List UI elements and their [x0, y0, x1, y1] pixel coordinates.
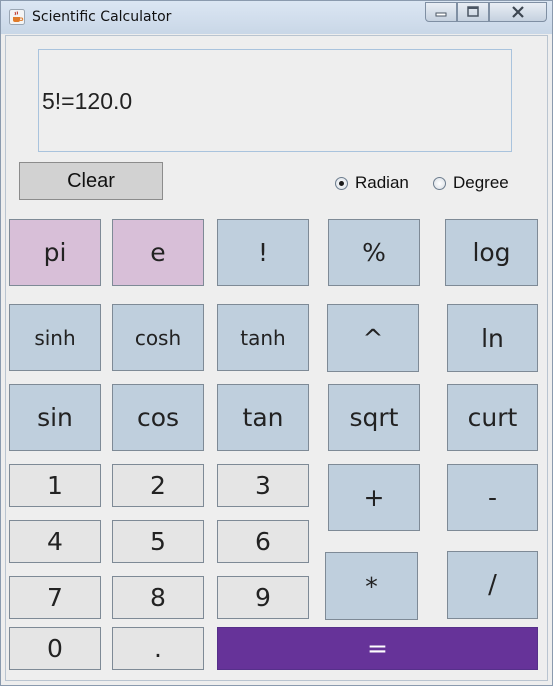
- digit-6-button[interactable]: 6: [217, 520, 309, 563]
- window-title: Scientific Calculator: [32, 9, 172, 25]
- cosh-button[interactable]: cosh: [112, 304, 204, 371]
- radio-selected-icon: [335, 176, 348, 190]
- title-bar[interactable]: Scientific Calculator: [1, 1, 552, 34]
- digit-1-button[interactable]: 1: [9, 464, 101, 507]
- sinh-button[interactable]: sinh: [9, 304, 101, 371]
- digit-9-button[interactable]: 9: [217, 576, 309, 619]
- minimize-icon: [435, 12, 447, 17]
- degree-radio[interactable]: Degree: [433, 173, 509, 193]
- degree-label: Degree: [453, 173, 509, 192]
- percent-button[interactable]: %: [328, 219, 420, 286]
- maximize-icon: [467, 6, 479, 17]
- e-button[interactable]: e: [112, 219, 204, 286]
- minimize-button[interactable]: [425, 2, 457, 22]
- curt-button[interactable]: curt: [447, 384, 538, 451]
- tan-button[interactable]: tan: [217, 384, 309, 451]
- digit-5-button[interactable]: 5: [112, 520, 204, 563]
- cos-button[interactable]: cos: [112, 384, 204, 451]
- maximize-button[interactable]: [457, 2, 489, 22]
- display-text: 5!=120.0: [42, 88, 133, 114]
- radian-radio[interactable]: Radian: [335, 173, 409, 193]
- divide-button[interactable]: /: [447, 551, 538, 619]
- digit-4-button[interactable]: 4: [9, 520, 101, 563]
- digit-7-button[interactable]: 7: [9, 576, 101, 619]
- decimal-point-button[interactable]: .: [112, 627, 204, 670]
- log-button[interactable]: log: [445, 219, 538, 286]
- radian-label: Radian: [355, 173, 409, 192]
- ln-button[interactable]: ln: [447, 304, 538, 372]
- sin-button[interactable]: sin: [9, 384, 101, 451]
- close-icon: [512, 6, 524, 18]
- digit-3-button[interactable]: 3: [217, 464, 309, 507]
- clear-button[interactable]: Clear: [19, 162, 163, 200]
- multiply-button[interactable]: *: [325, 552, 418, 620]
- digit-0-button[interactable]: 0: [9, 627, 101, 670]
- sqrt-button[interactable]: sqrt: [328, 384, 420, 451]
- pi-button[interactable]: pi: [9, 219, 101, 286]
- digit-2-button[interactable]: 2: [112, 464, 204, 507]
- close-button[interactable]: [489, 2, 547, 22]
- digit-8-button[interactable]: 8: [112, 576, 204, 619]
- java-cup-icon: [9, 9, 25, 25]
- minus-button[interactable]: -: [447, 464, 538, 531]
- factorial-button[interactable]: !: [217, 219, 309, 286]
- radio-unselected-icon: [433, 176, 446, 190]
- result-display: 5!=120.0: [38, 49, 512, 152]
- calculator-window: Scientific Calculator 5!=120.0 Clear Rad…: [0, 0, 553, 686]
- equals-button[interactable]: =: [217, 627, 538, 670]
- plus-button[interactable]: +: [328, 464, 420, 531]
- power-button[interactable]: ^: [327, 304, 419, 372]
- tanh-button[interactable]: tanh: [217, 304, 309, 371]
